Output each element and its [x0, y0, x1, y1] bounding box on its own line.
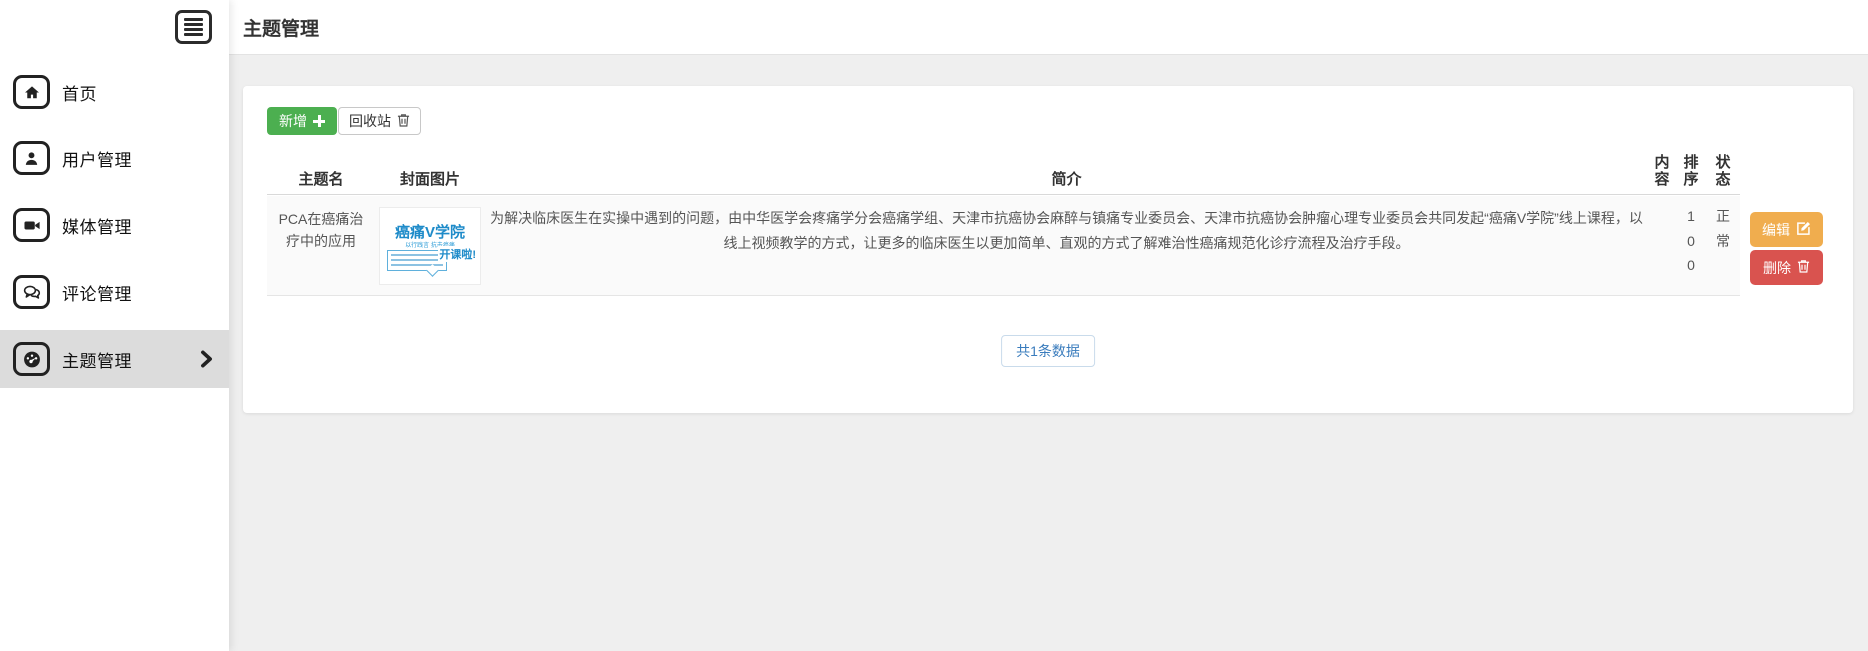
topics-card: 新增 回收站 主题名 封面图片 简介 内容 排序 状态 PCA在癌痛治疗中的应用	[243, 86, 1853, 413]
sidebar-item-home[interactable]: 首页	[0, 63, 229, 121]
add-button-label: 新增	[279, 111, 307, 131]
edit-button[interactable]: 编辑	[1750, 212, 1823, 247]
sidebar-item-users[interactable]: 用户管理	[0, 129, 229, 187]
sidebar-item-topics[interactable]: 主题管理	[0, 330, 229, 388]
recycle-bin-button[interactable]: 回收站	[338, 107, 421, 135]
sidebar-item-label: 评论管理	[62, 280, 132, 305]
sort-cell: 100	[1676, 196, 1706, 278]
sidebar-item-label: 主题管理	[62, 347, 132, 372]
sidebar-item-comments[interactable]: 评论管理	[0, 263, 229, 321]
topbar: 主题管理	[229, 0, 1868, 55]
plus-icon	[313, 115, 325, 127]
summary-cell: 为解决临床医生在实操中遇到的问题，由中华医学会疼痛学分会癌痛学组、天津市抗癌协会…	[485, 196, 1648, 256]
app-screen: 主题管理 首页 用户管理 媒体管理	[0, 0, 1868, 651]
sidebar-item-label: 首页	[62, 80, 97, 105]
cover-thumbnail: 癌痛V学院 以行践言 抗击癌痛 开课啦!	[379, 207, 481, 285]
page-title: 主题管理	[243, 14, 319, 41]
column-header-status: 状态	[1706, 154, 1740, 189]
trash-icon	[1797, 259, 1810, 276]
dashboard-icon	[13, 342, 50, 376]
column-header-summary: 简介	[485, 171, 1648, 188]
column-header-topic: 主题名	[267, 171, 375, 188]
sidebar-item-media[interactable]: 媒体管理	[0, 196, 229, 254]
cover-badge-text: 开课啦!	[438, 246, 477, 262]
hamburger-menu-button[interactable]	[175, 10, 212, 44]
column-header-content: 内容	[1648, 154, 1676, 189]
total-count-chip: 共1条数据	[1001, 335, 1095, 367]
sidebar-item-label: 媒体管理	[62, 213, 132, 238]
user-icon	[13, 141, 50, 175]
hamburger-icon	[184, 18, 203, 21]
sidebar-item-label: 用户管理	[62, 146, 132, 171]
sidebar: 首页 用户管理 媒体管理 评论管理	[0, 0, 229, 651]
home-icon	[13, 75, 50, 109]
table-row: PCA在癌痛治疗中的应用 癌痛V学院 以行践言 抗击癌痛 开课啦! 为解决临床医…	[267, 196, 1740, 296]
comments-icon	[13, 275, 50, 309]
column-header-sort: 排序	[1676, 154, 1706, 189]
cover-title-text: 癌痛V学院	[380, 221, 480, 242]
status-cell: 正常	[1706, 196, 1740, 253]
delete-button-label: 删除	[1763, 258, 1791, 278]
edit-icon	[1796, 221, 1811, 239]
recycle-button-label: 回收站	[349, 111, 391, 131]
topic-name-cell: PCA在癌痛治疗中的应用	[267, 196, 375, 253]
cover-image-cell: 癌痛V学院 以行践言 抗击癌痛 开课啦!	[375, 196, 485, 285]
delete-button[interactable]: 删除	[1750, 250, 1823, 285]
column-header-cover: 封面图片	[375, 171, 485, 188]
status-badge: 正常	[1716, 204, 1731, 253]
table-header-row: 主题名 封面图片 简介 内容 排序 状态	[267, 145, 1740, 195]
video-camera-icon	[13, 208, 50, 242]
edit-button-label: 编辑	[1762, 220, 1790, 240]
trash-icon	[397, 113, 410, 130]
add-button[interactable]: 新增	[267, 107, 337, 135]
chevron-right-icon	[200, 351, 213, 368]
